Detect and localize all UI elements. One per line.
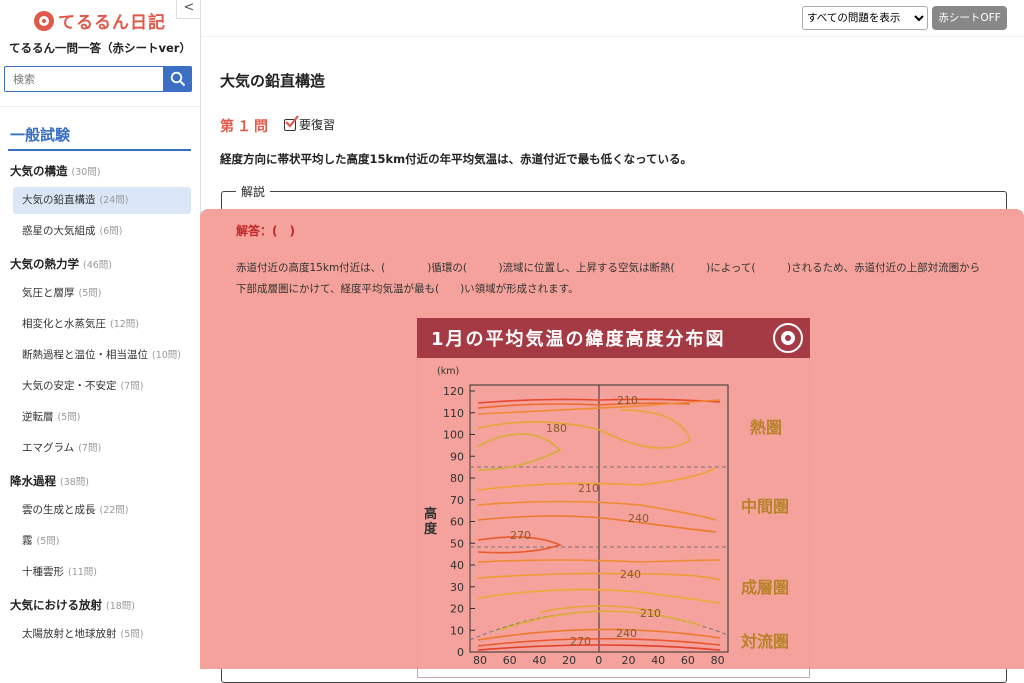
sidebar-item-count: (18問): [106, 601, 136, 612]
page-title: 大気の鉛直構造: [220, 72, 326, 90]
figure-title: 1月の平均気温の緯度高度分布図: [431, 329, 726, 350]
sidebar-item[interactable]: 雲の生成と成長 (22問): [0, 497, 191, 528]
sidebar-item-count: (7問): [78, 443, 102, 454]
divider: [0, 106, 200, 107]
checkbox-icon[interactable]: [284, 114, 299, 131]
sidebar-item-label: 十種雲形: [22, 566, 64, 578]
sidebar-nav: 大気の構造 (30問) 大気の鉛直構造 (24問) 惑星の大気組成 (6問) 大気の熱力学(…: [0, 156, 200, 652]
sidebar-item-label: 雲の生成と成長: [22, 504, 96, 516]
sidebar-item[interactable]: 十種雲形 (11問): [0, 559, 191, 590]
sidebar-item-label: 大気の構造: [10, 164, 68, 178]
sidebar-item-count: (7問): [120, 381, 144, 392]
layer-label-mesosphere: 中間圏: [741, 497, 790, 516]
sidebar-item-label: 大気における放射: [10, 598, 102, 612]
search-box: [4, 66, 192, 92]
logo-icon: [34, 10, 54, 31]
figure-logo-icon: [773, 323, 803, 353]
layer-label-troposphere: 対流圏: [741, 632, 790, 651]
sidebar-category[interactable]: 大気の熱力学 (46問): [0, 249, 200, 280]
section-title: 一般試験: [10, 126, 71, 144]
site-subtitle: てるるん一問一答（赤シートver）: [9, 41, 191, 55]
sidebar-item-label: 太陽放射と地球放射: [22, 628, 117, 640]
sidebar-item-count: (24問): [99, 195, 129, 206]
sidebar-item-count: (5問): [120, 629, 144, 640]
search-icon: [170, 71, 186, 87]
sidebar-item[interactable]: 断熱過程と温位・相当温位 (10問): [0, 342, 191, 373]
question-number: 第１問: [220, 119, 271, 135]
sidebar-item[interactable]: 大気の安定・不安定 (7問): [0, 373, 191, 404]
sidebar-item-label: 大気の鉛直構造: [22, 194, 96, 206]
answer-label: 解答：( ): [236, 224, 295, 238]
explanation-text: 赤道付近の高度15km付近は、( )循環の( )流域に位置し、上昇する空気は断熱…: [236, 262, 981, 295]
sidebar-item-label: エマグラム: [22, 442, 75, 454]
figure-unit: (km): [437, 366, 460, 377]
sidebar-item-count: (30問): [71, 167, 101, 178]
explanation-legend: 解説: [236, 183, 271, 200]
sidebar-item-count: (12問): [110, 319, 140, 330]
figure-ylabel: 高度: [424, 507, 438, 537]
sidebar-item-label: 相変化と水蒸気圧: [22, 318, 106, 330]
question-filter-select[interactable]: すべての問題を表示: [802, 6, 928, 30]
sidebar-item-count: (10問): [152, 350, 182, 361]
red-sheet-toggle-button[interactable]: 赤シートOFF: [932, 6, 1007, 30]
sidebar-item-count: (38問): [60, 477, 90, 488]
sidebar-item-label: 大気の熱力学: [10, 257, 79, 271]
sidebar-item-count: (5問): [57, 412, 81, 423]
checkmark-icon: [285, 114, 299, 128]
sidebar-item-count: (5問): [78, 288, 102, 299]
search-button[interactable]: [164, 66, 192, 92]
search-input[interactable]: [4, 66, 164, 92]
sidebar-category[interactable]: 降水過程 (38問): [0, 466, 200, 497]
sidebar-item[interactable]: 気圧と層厚 (5問): [0, 280, 191, 311]
top-bar: すべての問題を表示 赤シートOFF: [201, 0, 1024, 37]
figure-banner: 1月の平均気温の緯度高度分布図: [417, 318, 810, 358]
sidebar: てるるん日記 < てるるん一問一答（赤シートver） 一般試験 大気の構造(30…: [0, 0, 201, 667]
question-text: 経度方向に帯状平均した高度15km付近の年平均気温は、赤道付近で最も低くなってい…: [220, 152, 693, 166]
sidebar-item[interactable]: 逆転層 (5問): [0, 404, 191, 435]
sidebar-item[interactable]: 惑星の大気組成 (6問): [0, 218, 191, 249]
sidebar-item-count: (11問): [68, 567, 98, 578]
sidebar-item-label: 気圧と層厚: [22, 287, 75, 299]
app-logo[interactable]: てるるん日記: [34, 8, 166, 33]
sidebar-item[interactable]: 相変化と水蒸気圧 (12問): [0, 311, 191, 342]
logo-text: てるるん日記: [58, 13, 166, 33]
layer-label-thermosphere: 熱圏: [750, 418, 783, 437]
sidebar-item-label: 霧: [22, 535, 33, 547]
sidebar-item[interactable]: 霧 (5問): [0, 528, 191, 559]
review-checkbox[interactable]: 要復習: [284, 114, 336, 133]
sidebar-item-count: (5問): [36, 536, 60, 547]
sidebar-category[interactable]: 大気における放射 (18問): [0, 590, 200, 621]
sidebar-item-count: (22問): [99, 505, 129, 516]
sidebar-item-label: 断熱過程と温位・相当温位: [22, 349, 148, 361]
sidebar-item[interactable]: 太陽放射と地球放射 (5問): [0, 621, 191, 652]
sidebar-item-label: 惑星の大気組成: [22, 225, 96, 237]
sidebar-item-count: (46問): [83, 260, 113, 271]
sidebar-category[interactable]: 大気の構造 (30問): [0, 156, 200, 187]
sidebar-item-label: 逆転層: [22, 411, 54, 423]
layer-label-stratosphere: 成層圏: [741, 578, 790, 597]
sidebar-item[interactable]: エマグラム (7問): [0, 435, 191, 466]
sidebar-item[interactable]: 大気の鉛直構造 (24問): [13, 187, 191, 214]
section-underline: [8, 149, 191, 151]
sidebar-item-label: 大気の安定・不安定: [22, 380, 117, 392]
review-label: 要復習: [299, 118, 336, 132]
sidebar-item-count: (6問): [99, 226, 123, 237]
collapse-sidebar-button[interactable]: <: [176, 0, 200, 19]
sidebar-item-label: 降水過程: [10, 474, 56, 488]
